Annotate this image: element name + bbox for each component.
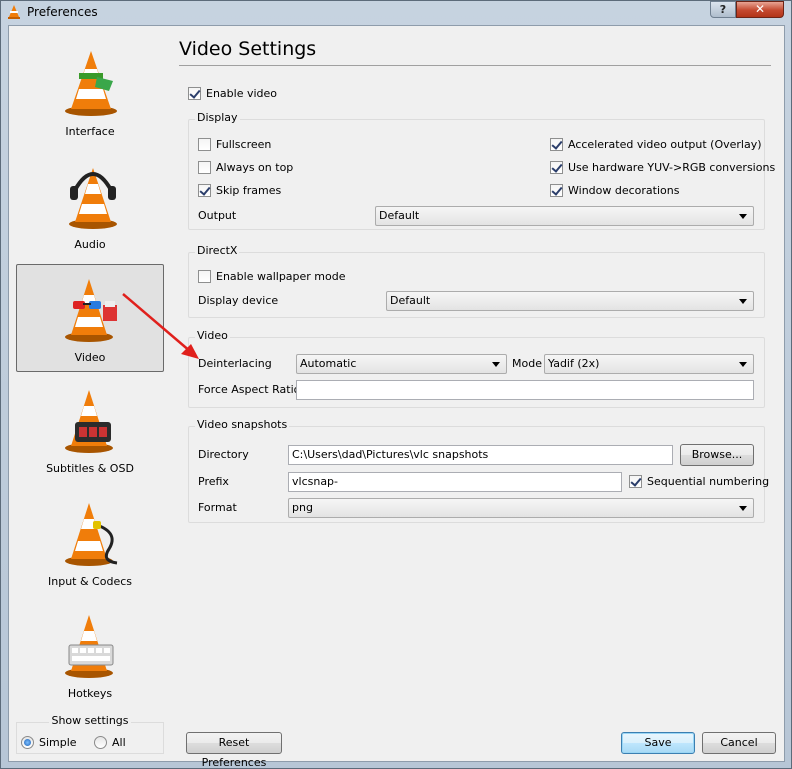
sidebar-item-interface[interactable]: Interface [16, 38, 164, 146]
chevron-down-icon [492, 362, 500, 367]
chevron-down-icon [739, 214, 747, 219]
deinterlacing-select[interactable]: Automatic [296, 354, 507, 374]
accelerated-output-checkbox-row[interactable]: Accelerated video output (Overlay) [550, 138, 762, 151]
format-select[interactable]: png [288, 498, 754, 518]
simple-radio-label: Simple [39, 736, 77, 749]
wallpaper-mode-checkbox[interactable] [198, 270, 211, 283]
all-radio-label: All [112, 736, 126, 749]
sidebar-item-audio[interactable]: Audio [16, 151, 164, 259]
hw-yuv-checkbox-row[interactable]: Use hardware YUV->RGB conversions [550, 161, 775, 174]
display-device-select-value: Default [390, 294, 431, 307]
directory-input[interactable]: C:\Users\dad\Pictures\vlc snapshots [288, 445, 673, 465]
all-radio-row[interactable]: All [94, 736, 126, 749]
sequential-numbering-label: Sequential numbering [647, 475, 770, 488]
vlc-cone-glasses-icon [65, 279, 117, 342]
window-decorations-label: Window decorations [568, 184, 680, 197]
sidebar-item-label: Hotkeys [67, 687, 113, 700]
window-decorations-checkbox[interactable] [550, 184, 563, 197]
sidebar-item-label: Input & Codecs [48, 575, 132, 588]
chevron-down-icon [739, 362, 747, 367]
save-button[interactable]: Save [621, 732, 695, 754]
dialog-client-area: Interface Audio Video Subtitles & OSD In… [8, 25, 785, 769]
output-label: Output [198, 209, 237, 222]
vlc-cone-headphones-icon [69, 168, 117, 229]
sidebar-item-subtitles-osd[interactable]: Subtitles & OSD [16, 375, 164, 483]
video-snapshots-group: Video snapshots Directory C:\Users\dad\P… [188, 418, 769, 523]
mode-select[interactable]: Yadif (2x) [544, 354, 754, 374]
help-button[interactable]: ? [710, 1, 736, 18]
hw-yuv-checkbox[interactable] [550, 161, 563, 174]
format-label: Format [198, 501, 237, 514]
title-divider [179, 65, 771, 66]
vlc-cone-interface-icon [65, 51, 117, 116]
video-snapshots-group-title: Video snapshots [195, 418, 290, 431]
always-on-top-checkbox-row[interactable]: Always on top [198, 161, 293, 174]
vlc-cone-subtitles-icon [65, 390, 113, 453]
enable-video-checkbox[interactable] [188, 87, 201, 100]
always-on-top-checkbox[interactable] [198, 161, 211, 174]
wallpaper-mode-label: Enable wallpaper mode [216, 270, 346, 283]
fullscreen-checkbox[interactable] [198, 138, 211, 151]
simple-radio[interactable] [21, 736, 34, 749]
sidebar-item-hotkeys[interactable]: Hotkeys [16, 600, 164, 708]
display-device-select[interactable]: Default [386, 291, 754, 311]
title-bar[interactable]: Preferences ? ✕ [1, 1, 791, 23]
sidebar-item-label: Interface [65, 125, 115, 138]
directx-group-title: DirectX [195, 244, 240, 257]
simple-radio-row[interactable]: Simple [21, 736, 77, 749]
video-group: Video Deinterlacing Automatic Mode Yadif… [188, 329, 765, 408]
prefix-label: Prefix [198, 475, 229, 488]
browse-button[interactable]: Browse... [680, 444, 754, 466]
deinterlacing-label: Deinterlacing [198, 357, 272, 370]
wallpaper-mode-checkbox-row[interactable]: Enable wallpaper mode [198, 270, 346, 283]
vlc-cone-keyboard-icon [65, 615, 114, 678]
cancel-button[interactable]: Cancel [702, 732, 776, 754]
sequential-numbering-checkbox[interactable] [629, 475, 642, 488]
force-aspect-ratio-label: Force Aspect Ratio [198, 383, 301, 396]
accelerated-output-label: Accelerated video output (Overlay) [568, 138, 762, 151]
enable-video-label: Enable video [206, 87, 278, 100]
skip-frames-label: Skip frames [216, 184, 282, 197]
mode-select-value: Yadif (2x) [548, 357, 600, 370]
fullscreen-label: Fullscreen [216, 138, 272, 151]
directory-label: Directory [198, 448, 249, 461]
close-button[interactable]: ✕ [736, 1, 784, 18]
deinterlacing-select-value: Automatic [300, 357, 357, 370]
force-aspect-ratio-input[interactable] [296, 380, 754, 400]
hw-yuv-label: Use hardware YUV->RGB conversions [568, 161, 776, 174]
window-title: Preferences [27, 5, 98, 19]
accelerated-output-checkbox[interactable] [550, 138, 563, 151]
mode-label: Mode [512, 357, 542, 370]
skip-frames-checkbox-row[interactable]: Skip frames [198, 184, 281, 197]
format-select-value: png [292, 501, 313, 514]
output-select-value: Default [379, 209, 420, 222]
skip-frames-checkbox[interactable] [198, 184, 211, 197]
fullscreen-checkbox-row[interactable]: Fullscreen [198, 138, 271, 151]
show-settings-legend: Show settings [49, 714, 131, 727]
vlc-app-icon [8, 5, 20, 19]
sidebar-item-label: Subtitles & OSD [46, 462, 134, 475]
vlc-cone-cable-icon [65, 503, 118, 566]
display-device-label: Display device [198, 294, 279, 307]
sidebar-item-label: Audio [74, 238, 106, 251]
always-on-top-label: Always on top [216, 161, 294, 174]
reset-preferences-button[interactable]: Reset Preferences [186, 732, 282, 769]
output-select[interactable]: Default [375, 206, 754, 226]
display-group: Display Fullscreen Always on top Skip fr… [188, 111, 775, 230]
show-settings-group: Show settings Simple All [16, 714, 164, 754]
sequential-numbering-checkbox-row[interactable]: Sequential numbering [629, 475, 769, 488]
enable-video-checkbox-row[interactable]: Enable video [188, 87, 277, 100]
display-group-title: Display [195, 111, 240, 124]
preferences-window: Preferences ? ✕ Interface Audio Video Su… [0, 0, 792, 769]
directx-group: DirectX Enable wallpaper mode Display de… [188, 244, 765, 318]
chevron-down-icon [739, 299, 747, 304]
window-decorations-checkbox-row[interactable]: Window decorations [550, 184, 679, 197]
annotation-arrow-icon [122, 293, 199, 359]
page-title: Video Settings [179, 38, 317, 60]
chevron-down-icon [739, 506, 747, 511]
all-radio[interactable] [94, 736, 107, 749]
prefix-input[interactable]: vlcsnap- [288, 472, 622, 492]
sidebar-item-input-codecs[interactable]: Input & Codecs [16, 488, 164, 596]
